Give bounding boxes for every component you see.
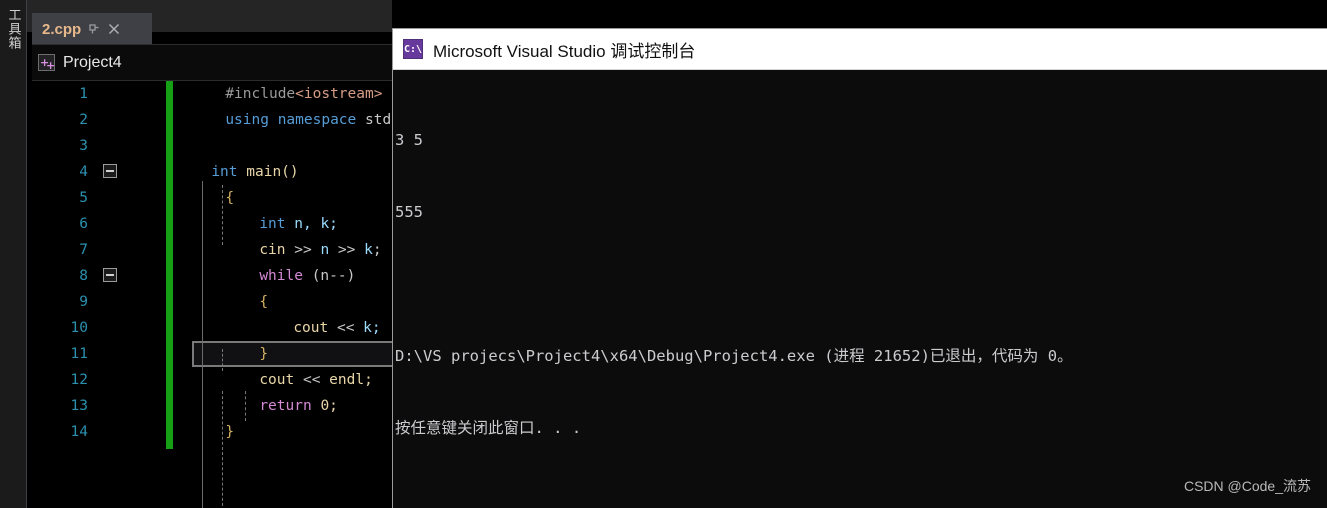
console-output-blank-line <box>395 272 1327 296</box>
fold-column <box>100 341 122 367</box>
indent-guide-1 <box>222 185 223 245</box>
pin-icon[interactable] <box>87 22 101 36</box>
console-output-line: 3 5 <box>395 131 423 149</box>
command-prompt-icon: C:\ <box>403 39 423 59</box>
line-number: 3 <box>79 138 88 154</box>
fold-column <box>100 133 122 159</box>
console-output-area[interactable]: 3 5 555 D:\VS projecs\Project4\x64\Debug… <box>393 70 1327 508</box>
screenshot-root: 工具箱 2.cpp + + Project4 1 #include<iostre… <box>0 0 1327 508</box>
document-tab-label: 2.cpp <box>42 20 82 38</box>
fold-column <box>100 237 122 263</box>
code-line-current[interactable]: 11 } <box>32 341 422 367</box>
line-number: 9 <box>79 294 88 310</box>
indent-guide-3 <box>222 391 223 508</box>
fold-column <box>100 185 122 211</box>
fold-column <box>100 289 122 315</box>
line-number: 13 <box>70 398 88 414</box>
line-number: 4 <box>79 164 88 180</box>
code-line-content: } <box>122 408 392 456</box>
line-number: 8 <box>79 268 88 284</box>
console-output-line: 按任意键关闭此窗口. . . <box>395 419 582 437</box>
fold-column <box>100 211 122 237</box>
csdn-watermark: CSDN @Code_流苏 <box>1183 478 1311 494</box>
change-indicator-bar <box>166 81 173 449</box>
editor-tab-row: 2.cpp <box>27 0 392 44</box>
code-line[interactable]: 14 } <box>32 419 392 445</box>
close-icon[interactable] <box>107 22 121 36</box>
token-namespace-keyword: namespace <box>277 112 357 128</box>
console-title-label: Microsoft Visual Studio 调试控制台 <box>433 41 696 61</box>
token-close-brace-while: } <box>259 346 269 362</box>
fold-column <box>100 419 122 445</box>
line-number: 14 <box>70 424 88 440</box>
line-number: 2 <box>79 112 88 128</box>
line-number: 12 <box>70 372 88 388</box>
fold-column <box>100 81 122 107</box>
document-tab-2cpp[interactable]: 2.cpp <box>32 13 152 44</box>
scope-guide-main <box>202 181 203 349</box>
scope-guide-close <box>202 499 203 508</box>
code-line[interactable]: 2 using namespace std; <box>32 107 400 133</box>
console-output-line: 555 <box>395 203 423 221</box>
cpp-project-icon <box>38 54 55 71</box>
line-number: 1 <box>79 86 88 102</box>
code-text-area[interactable]: 1 #include<iostream> 2 using namespace s… <box>32 80 422 508</box>
breadcrumb-project-name[interactable]: Project4 <box>63 54 122 72</box>
collapse-minus-icon[interactable] <box>103 268 117 282</box>
code-editor-pane: 2.cpp Project4 <box>27 0 422 508</box>
fold-column <box>100 393 122 419</box>
token-close-brace-main: } <box>225 424 235 440</box>
token-using-keyword: using <box>225 112 269 128</box>
fold-column[interactable] <box>100 263 122 289</box>
debug-console-window[interactable]: C:\ Microsoft Visual Studio 调试控制台 3 5 55… <box>392 28 1327 508</box>
fold-column <box>100 107 122 133</box>
line-number: 10 <box>70 320 88 336</box>
fold-column <box>100 367 122 393</box>
console-output-line: D:\VS projecs\Project4\x64\Debug\Project… <box>395 347 1073 365</box>
line-number: 6 <box>79 216 88 232</box>
collapse-minus-icon[interactable] <box>103 164 117 178</box>
fold-column <box>100 315 122 341</box>
toolbox-strip[interactable]: 工具箱 <box>0 0 27 508</box>
console-title-bar[interactable]: C:\ Microsoft Visual Studio 调试控制台 <box>393 29 1327 70</box>
indent-guide-4 <box>245 391 246 421</box>
toolbox-label[interactable]: 工具箱 <box>6 8 21 50</box>
line-number: 11 <box>70 346 88 362</box>
line-number: 7 <box>79 242 88 258</box>
fold-column[interactable] <box>100 159 122 185</box>
code-line-content: } <box>122 330 392 378</box>
line-number: 5 <box>79 190 88 206</box>
